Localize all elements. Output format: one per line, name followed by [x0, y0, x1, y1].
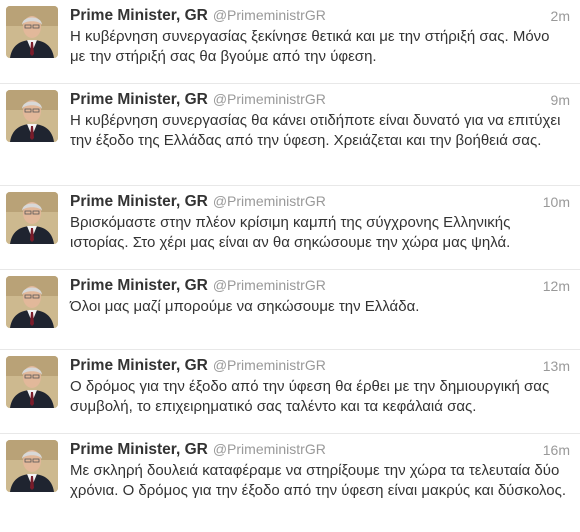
author-handle[interactable]: @PrimeministrGR [213, 91, 326, 107]
avatar[interactable] [6, 6, 58, 58]
tweet-item[interactable]: Prime Minister, GR @PrimeministrGR 2m Η κ… [0, 0, 580, 84]
profile-photo-icon [6, 192, 58, 244]
avatar[interactable] [6, 90, 58, 142]
tweet-timestamp[interactable]: 10m [543, 194, 570, 210]
tweet-text: Ο δρόμος για την έξοδο από την ύφεση θα … [70, 378, 550, 415]
avatar[interactable] [6, 356, 58, 408]
avatar[interactable] [6, 276, 58, 328]
author-handle[interactable]: @PrimeministrGR [213, 441, 326, 457]
tweet-item[interactable]: Prime Minister, GR @PrimeministrGR 13m Ο … [0, 350, 580, 434]
author-handle[interactable]: @PrimeministrGR [213, 277, 326, 293]
profile-photo-icon [6, 440, 58, 492]
profile-photo-icon [6, 90, 58, 142]
avatar[interactable] [6, 440, 58, 492]
tweet-text: Η κυβέρνηση συνεργασίας ξεκίνησε θετικά … [70, 28, 550, 65]
tweet-text: Όλοι μας μαζί μπορούμε να σηκώσουμε την … [70, 298, 420, 315]
tweet-timestamp[interactable]: 9m [551, 92, 570, 108]
tweet-item[interactable]: Prime Minister, GR @PrimeministrGR 10m Βρ… [0, 186, 580, 270]
tweet-timeline: Prime Minister, GR @PrimeministrGR 2m Η κ… [0, 0, 580, 532]
tweet-timestamp[interactable]: 16m [543, 442, 570, 458]
tweet-item[interactable]: Prime Minister, GR @PrimeministrGR 16m Με… [0, 434, 580, 532]
author-name[interactable]: Prime Minister, GR [70, 277, 208, 294]
tweet-text: Με σκληρή δουλειά καταφέραμε να στηρίξου… [70, 462, 567, 499]
tweet-item[interactable]: Prime Minister, GR @PrimeministrGR 9m Η κ… [0, 84, 580, 186]
author-name[interactable]: Prime Minister, GR [70, 441, 208, 458]
avatar[interactable] [6, 192, 58, 244]
tweet-timestamp[interactable]: 12m [543, 278, 570, 294]
tweet-text: Βρισκόμαστε στην πλέον κρίσιμη καμπή της… [70, 214, 511, 251]
author-handle[interactable]: @PrimeministrGR [213, 193, 326, 209]
author-name[interactable]: Prime Minister, GR [70, 91, 208, 108]
author-name[interactable]: Prime Minister, GR [70, 357, 208, 374]
tweet-item[interactable]: Prime Minister, GR @PrimeministrGR 12m Όλ… [0, 270, 580, 350]
author-handle[interactable]: @PrimeministrGR [213, 7, 326, 23]
author-name[interactable]: Prime Minister, GR [70, 7, 208, 24]
author-name[interactable]: Prime Minister, GR [70, 193, 208, 210]
profile-photo-icon [6, 356, 58, 408]
profile-photo-icon [6, 6, 58, 58]
author-handle[interactable]: @PrimeministrGR [213, 357, 326, 373]
tweet-text: Η κυβέρνηση συνεργασίας θα κάνει οτιδήπο… [70, 112, 561, 149]
tweet-timestamp[interactable]: 13m [543, 358, 570, 374]
profile-photo-icon [6, 276, 58, 328]
tweet-timestamp[interactable]: 2m [551, 8, 570, 24]
